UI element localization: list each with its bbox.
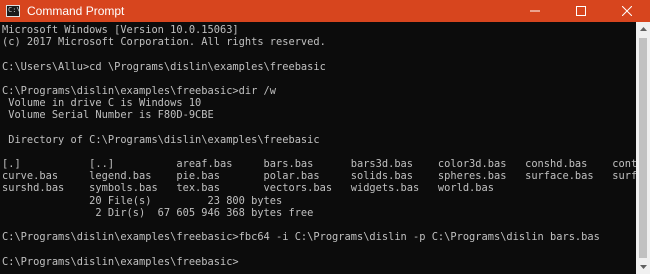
- vertical-scrollbar[interactable]: [636, 22, 650, 274]
- minimize-icon: [530, 10, 540, 12]
- maximize-icon: [576, 6, 586, 16]
- console-line: Directory of C:\Programs\dislin\examples…: [2, 133, 320, 146]
- console-line: C:\Programs\dislin\examples\freebasic>di…: [2, 84, 277, 97]
- console-line: Microsoft Windows [Version 10.0.15063]: [2, 24, 239, 36]
- title-bar[interactable]: C:\ Command Prompt: [0, 0, 650, 22]
- console-line: [.] [..] areaf.bas bars.bas bars3d.bas c…: [2, 158, 636, 171]
- window-title: Command Prompt: [27, 4, 125, 18]
- scroll-up-button[interactable]: [636, 22, 650, 36]
- minimize-button[interactable]: [512, 0, 558, 22]
- chevron-down-icon: [639, 265, 647, 269]
- console-line: C:\Programs\dislin\examples\freebasic>fb…: [2, 231, 600, 244]
- console-line: Volume in drive C is Windows 10: [2, 97, 202, 110]
- scrollbar-thumb[interactable]: [639, 38, 647, 258]
- console-line: C:\Users\Allu>cd \Programs\dislin\exampl…: [2, 60, 326, 73]
- scroll-down-button[interactable]: [636, 260, 650, 274]
- close-icon: [622, 6, 632, 16]
- console-line: 2 Dir(s) 67 605 946 368 bytes free: [2, 206, 314, 219]
- window-controls: [512, 0, 650, 22]
- console-icon: C:\: [6, 5, 21, 17]
- maximize-button[interactable]: [558, 0, 604, 22]
- console-line: 20 File(s) 23 800 bytes: [2, 194, 283, 207]
- console-line: surshd.bas symbols.bas tex.bas vectors.b…: [2, 182, 494, 195]
- chevron-up-icon: [639, 27, 647, 31]
- console-output[interactable]: Microsoft Windows [Version 10.0.15063] (c…: [0, 22, 636, 274]
- console-line: Volume Serial Number is F80D-9CBE: [2, 109, 214, 122]
- command-prompt-window: C:\ Command Prompt Microsoft Windows [Ve…: [0, 0, 650, 274]
- console-line: (c) 2017 Microsoft Corporation. All righ…: [2, 36, 326, 49]
- console-line: C:\Programs\dislin\examples\freebasic>: [2, 255, 239, 268]
- close-button[interactable]: [604, 0, 650, 22]
- console-line: curve.bas legend.bas pie.bas polar.bas s…: [2, 170, 636, 183]
